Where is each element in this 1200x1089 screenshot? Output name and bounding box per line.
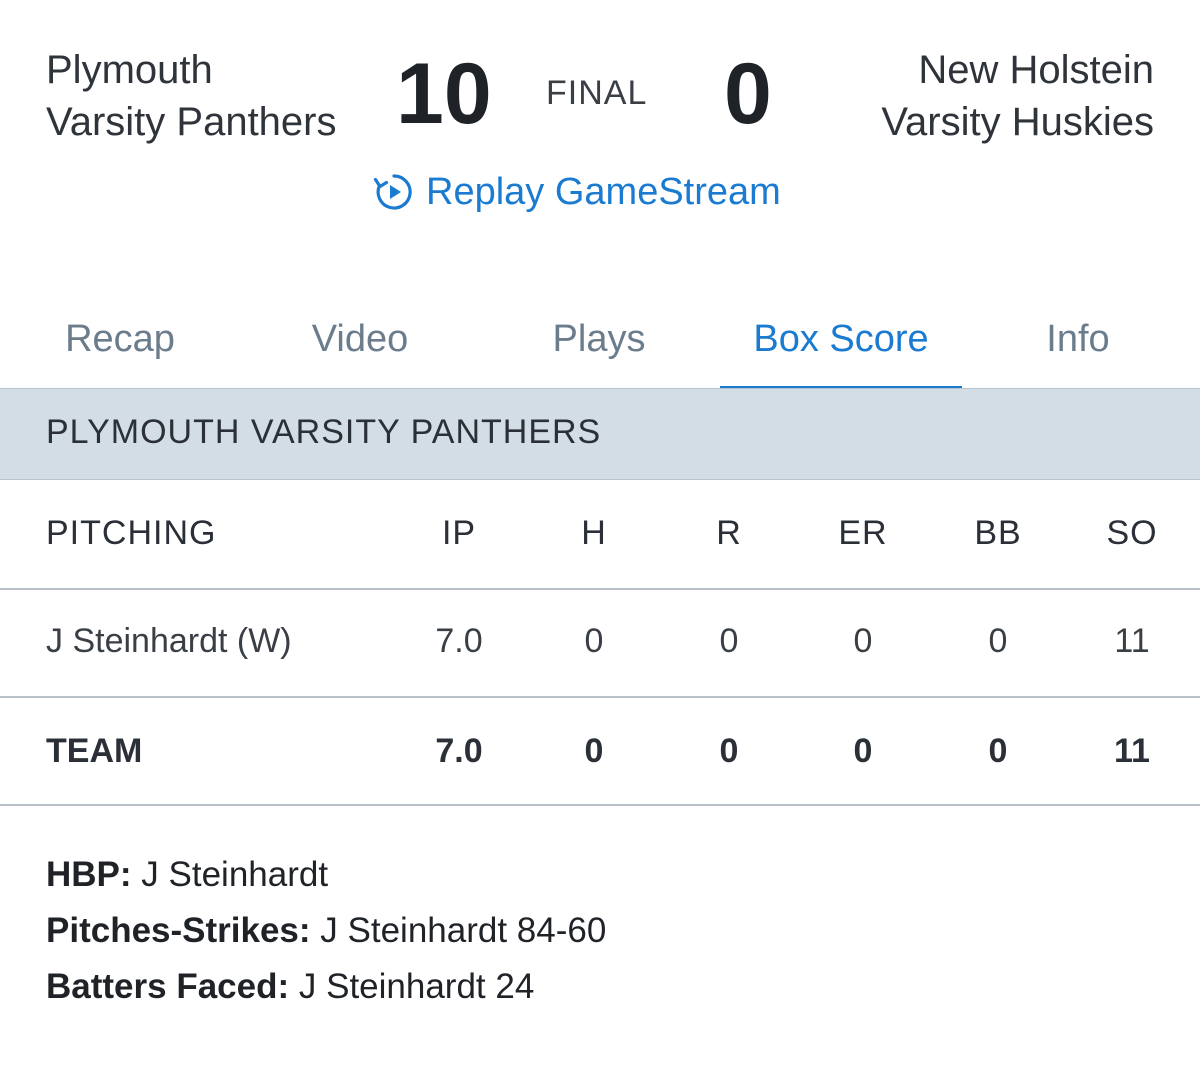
home-team-line1: Plymouth — [46, 48, 213, 92]
team-section-title: PLYMOUTH VARSITY PANTHERS — [46, 413, 602, 451]
total-er: 0 — [853, 732, 873, 770]
replay-gamestream-link[interactable]: Replay GameStream — [372, 166, 781, 218]
column-header-ip: IP — [441, 514, 477, 552]
table-row[interactable]: J Steinhardt (W) 7.0 0 0 0 0 11 — [0, 590, 1200, 698]
stat-h: 0 — [584, 622, 604, 660]
pitching-notes: HBP: J Steinhardt Pitches-Strikes: J Ste… — [46, 852, 606, 1020]
column-header-so: SO — [1106, 514, 1158, 552]
tab-video[interactable]: Video — [270, 290, 450, 388]
total-h: 0 — [584, 732, 604, 770]
home-team-name[interactable]: Plymouth Varsity Panthers — [46, 44, 337, 148]
stat-so: 11 — [1114, 622, 1150, 660]
away-team-name[interactable]: New Holstein Varsity Huskies — [881, 44, 1154, 148]
pitching-header-row: PITCHING IP H R ER BB SO — [0, 480, 1200, 590]
replay-gamestream-label: Replay GameStream — [426, 170, 781, 213]
total-r: 0 — [719, 732, 739, 770]
pitcher-name[interactable]: J Steinhardt (W) — [46, 622, 292, 661]
home-score: 10 — [396, 46, 492, 142]
note-pitches-strikes-value: J Steinhardt 84-60 — [320, 911, 607, 950]
replay-icon — [373, 174, 412, 210]
column-header-h: H — [581, 514, 607, 552]
total-so: 11 — [1114, 732, 1150, 770]
team-section-header: PLYMOUTH VARSITY PANTHERS — [0, 388, 1200, 480]
note-batters-faced: Batters Faced: J Steinhardt 24 — [46, 964, 606, 1020]
pitching-section-label: PITCHING — [46, 514, 217, 552]
total-ip: 7.0 — [435, 732, 483, 770]
team-total-label: TEAM — [46, 732, 143, 770]
stat-ip: 7.0 — [435, 622, 483, 660]
note-batters-faced-key: Batters Faced: — [46, 967, 290, 1006]
home-team-line2: Varsity Panthers — [46, 100, 337, 144]
note-pitches-strikes: Pitches-Strikes: J Steinhardt 84-60 — [46, 908, 606, 964]
team-total-row: TEAM 7.0 0 0 0 0 11 — [0, 698, 1200, 806]
stat-bb: 0 — [988, 622, 1008, 660]
away-team-line2: Varsity Huskies — [881, 100, 1154, 144]
tab-plays[interactable]: Plays — [509, 290, 689, 388]
stat-r: 0 — [719, 622, 739, 660]
stat-er: 0 — [853, 622, 873, 660]
tab-box-score[interactable]: Box Score — [720, 290, 962, 390]
away-team-line1: New Holstein — [918, 48, 1154, 92]
total-bb: 0 — [988, 732, 1008, 770]
note-hbp-value: J Steinhardt — [141, 855, 329, 894]
note-pitches-strikes-key: Pitches-Strikes: — [46, 911, 311, 950]
tab-info[interactable]: Info — [988, 290, 1168, 388]
game-status: FINAL — [546, 74, 648, 112]
game-header: Plymouth Varsity Panthers 10 FINAL 0 New… — [0, 0, 1200, 260]
column-header-r: R — [716, 514, 742, 552]
note-hbp-key: HBP: — [46, 855, 132, 894]
note-hbp: HBP: J Steinhardt — [46, 852, 606, 908]
column-header-bb: BB — [974, 514, 1022, 552]
column-header-er: ER — [838, 514, 888, 552]
note-batters-faced-value: J Steinhardt 24 — [298, 967, 535, 1006]
tab-bar: Recap Video Plays Box Score Info — [0, 290, 1200, 390]
tab-recap[interactable]: Recap — [30, 290, 210, 388]
away-score: 0 — [724, 46, 772, 142]
